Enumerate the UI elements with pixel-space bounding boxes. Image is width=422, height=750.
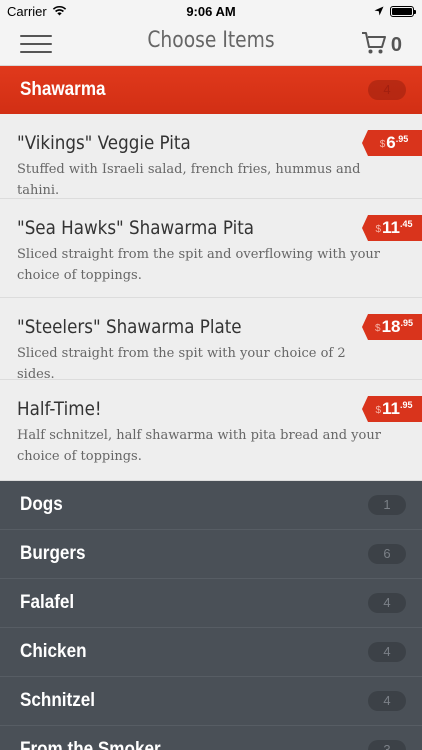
location-arrow-icon	[374, 4, 384, 19]
category-item-burgers[interactable]: Burgers 6	[0, 530, 422, 579]
item-description: Stuffed with Israeli salad, french fries…	[17, 162, 361, 198]
price-currency: $	[379, 139, 386, 150]
category-count-badge: 4	[368, 80, 406, 100]
category-count-badge: 6	[368, 544, 406, 564]
category-label: Shawarma	[20, 79, 106, 100]
price-whole: 11	[382, 399, 401, 418]
status-bar: Carrier 9:06 AM	[0, 0, 422, 22]
item-name: "Steelers" Shawarma Plate	[17, 316, 242, 338]
price-cents: .95	[395, 134, 409, 144]
category-item-schnitzel[interactable]: Schnitzel 4	[0, 677, 422, 726]
category-item-falafel[interactable]: Falafel 4	[0, 579, 422, 628]
category-label: Falafel	[20, 592, 75, 613]
category-list: Dogs 1 Burgers 6 Falafel 4 Chicken 4 Sch…	[0, 481, 422, 750]
price-whole: 11	[382, 218, 401, 237]
category-item-chicken[interactable]: Chicken 4	[0, 628, 422, 677]
item-description: Sliced straight from the spit with your …	[17, 346, 346, 382]
item-name: "Sea Hawks" Shawarma Pita	[17, 217, 255, 239]
price-currency: $	[375, 405, 382, 416]
price-cents: .95	[400, 400, 413, 410]
category-count-badge: 4	[368, 642, 406, 662]
category-count-badge: 4	[368, 691, 406, 711]
item-name: Half-Time!	[17, 398, 102, 420]
category-label: Dogs	[20, 494, 63, 515]
item-name: "Vikings" Veggie Pita	[17, 132, 191, 154]
cart-button[interactable]: 0	[361, 31, 402, 60]
status-right	[374, 4, 416, 19]
category-header-shawarma[interactable]: Shawarma 4	[0, 66, 422, 114]
price-tag: $ 11 .45	[362, 215, 422, 241]
price-currency: $	[375, 323, 381, 334]
category-item-from-the-smoker[interactable]: From the Smoker 3	[0, 726, 422, 750]
nav-bar: Choose Items 0	[0, 22, 422, 66]
cart-count: 0	[390, 34, 402, 56]
menu-item[interactable]: "Sea Hawks" Shawarma Pita Sliced straigh…	[0, 199, 422, 298]
price-tag: $ 18 .95	[362, 314, 422, 340]
item-description: Half schnitzel, half shawarma with pita …	[17, 428, 381, 464]
shopping-cart-icon	[361, 31, 387, 60]
price-tag: $ 6 .95	[362, 130, 422, 156]
price-tag: $ 11 .95	[362, 396, 422, 422]
price-whole: 18	[381, 317, 401, 336]
category-label: From the Smoker	[20, 739, 161, 750]
price-whole: 6	[386, 133, 396, 152]
category-label: Burgers	[20, 543, 86, 564]
menu-item[interactable]: "Vikings" Veggie Pita Stuffed with Israe…	[0, 114, 422, 199]
price-cents: .45	[400, 219, 413, 229]
category-count-badge: 4	[368, 593, 406, 613]
page-title: Choose Items	[147, 28, 275, 53]
battery-icon	[390, 6, 416, 17]
category-label: Chicken	[20, 641, 87, 662]
category-label: Schnitzel	[20, 690, 96, 711]
status-time: 9:06 AM	[186, 4, 236, 19]
price-currency: $	[375, 224, 382, 235]
menu-item[interactable]: "Steelers" Shawarma Plate Sliced straigh…	[0, 298, 422, 382]
category-count-badge: 1	[368, 495, 406, 515]
item-list: "Vikings" Veggie Pita Stuffed with Israe…	[0, 114, 422, 481]
category-item-dogs[interactable]: Dogs 1	[0, 481, 422, 530]
category-count-badge: 3	[368, 740, 406, 750]
menu-item[interactable]: Half-Time! Half schnitzel, half shawarma…	[0, 380, 422, 481]
price-cents: .95	[400, 318, 413, 328]
item-description: Sliced straight from the spit and overfl…	[17, 247, 380, 283]
